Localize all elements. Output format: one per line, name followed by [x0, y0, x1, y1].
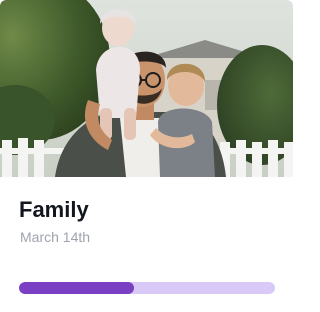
family-card[interactable]: Family March 14th	[0, 0, 293, 312]
progress-bar-fill	[19, 282, 135, 294]
card-date: March 14th	[20, 229, 91, 245]
card-title: Family	[19, 197, 89, 222]
family-photo	[0, 0, 293, 177]
progress-bar	[19, 282, 275, 294]
